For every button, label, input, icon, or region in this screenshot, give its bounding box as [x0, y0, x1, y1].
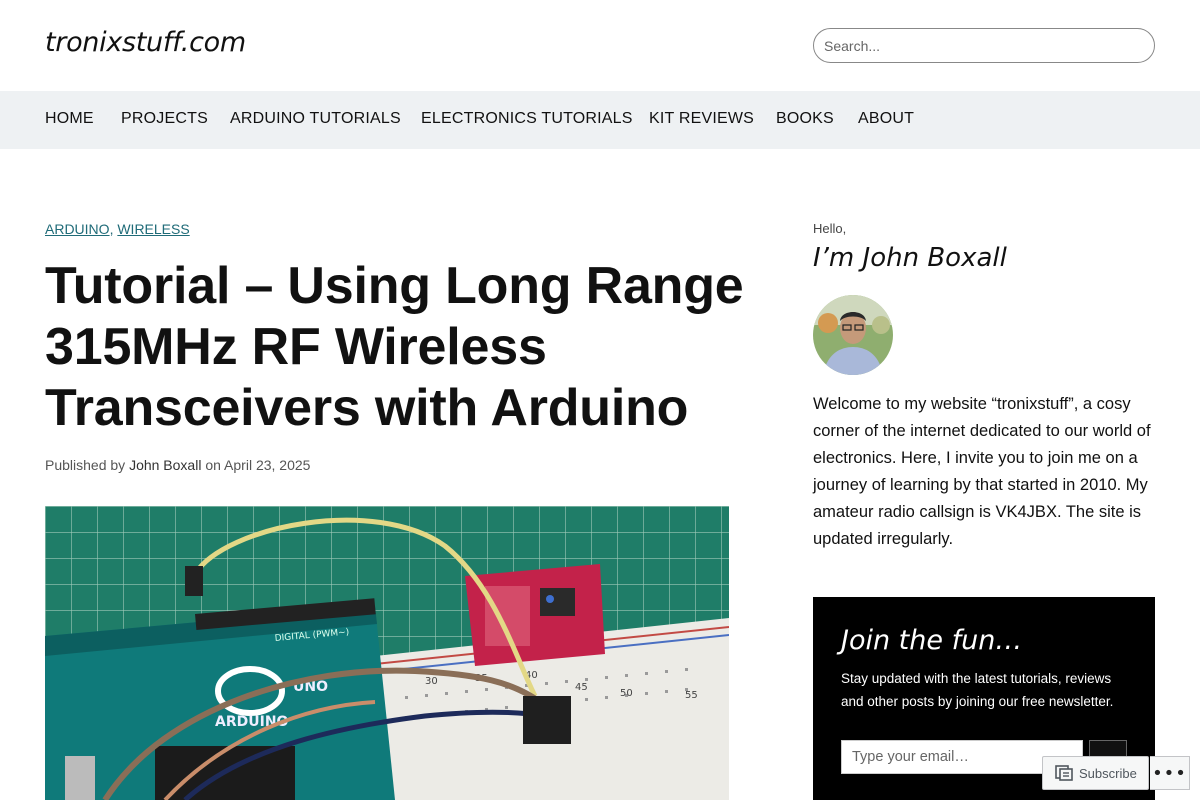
- post-meta: Published by John Boxall on April 23, 20…: [45, 457, 310, 473]
- post-categories: ARDUINO, WIRELESS: [45, 221, 190, 237]
- subscribe-label: Subscribe: [1079, 765, 1137, 781]
- email-placeholder: Type your email…: [852, 749, 969, 765]
- newsletter-text: Stay updated with the latest tutorials, …: [841, 671, 1114, 709]
- newsletter-title: Join the fun…: [841, 625, 1023, 656]
- bb-label-45: 45: [575, 682, 588, 693]
- sidebar-author-name: I’m John Boxall: [813, 243, 1007, 273]
- site-header: tronixstuff.com Search...: [0, 0, 1200, 91]
- nav-item-electronics-tutorials[interactable]: ELECTRONICS TUTORIALS: [421, 110, 633, 128]
- featured-photo: 30 35 40 45 50 55 DIGITAL (PWM~) UNO ARD…: [45, 506, 729, 800]
- subscribe-button[interactable]: Subscribe: [1042, 756, 1149, 790]
- post-title: Tutorial – Using Long Range 315MHz RF Wi…: [45, 257, 744, 437]
- meta-on: on: [205, 457, 221, 473]
- nav-item-arduino-tutorials[interactable]: ARDUINO TUTORIALS: [230, 110, 401, 128]
- post-date[interactable]: April 23, 2025: [224, 457, 310, 473]
- category-link-wireless[interactable]: WIRELESS: [117, 221, 189, 237]
- avatar: [813, 295, 893, 375]
- main-nav: HOME PROJECTS ARDUINO TUTORIALS ELECTRON…: [0, 91, 1200, 149]
- bb-label-55: 55: [685, 690, 698, 701]
- reader-icon: [1055, 765, 1073, 781]
- search-placeholder: Search...: [824, 37, 881, 54]
- search-input[interactable]: Search...: [813, 28, 1155, 63]
- sidebar-hello: Hello,: [813, 221, 847, 236]
- more-icon: •••: [1152, 762, 1187, 784]
- nav-item-kit-reviews[interactable]: KIT REVIEWS: [649, 110, 754, 128]
- category-link-arduino[interactable]: ARDUINO: [45, 221, 110, 237]
- featured-image: 30 35 40 45 50 55 DIGITAL (PWM~) UNO ARD…: [45, 506, 729, 800]
- nav-item-projects[interactable]: PROJECTS: [121, 110, 208, 128]
- nav-item-about[interactable]: ABOUT: [858, 110, 914, 128]
- nav-item-home[interactable]: HOME: [45, 110, 94, 128]
- meta-prefix: Published by: [45, 457, 126, 473]
- more-options-button[interactable]: •••: [1150, 756, 1190, 790]
- bb-label-30: 30: [425, 676, 438, 687]
- site-title[interactable]: tronixstuff.com: [45, 27, 246, 58]
- sidebar-bio: Welcome to my website “tronixstuff”, a c…: [813, 395, 1151, 548]
- bb-label-50: 50: [620, 688, 633, 699]
- nav-item-books[interactable]: BOOKS: [776, 110, 834, 128]
- category-separator: ,: [109, 221, 114, 237]
- author-link[interactable]: John Boxall: [129, 457, 201, 473]
- avatar-photo: [813, 295, 893, 375]
